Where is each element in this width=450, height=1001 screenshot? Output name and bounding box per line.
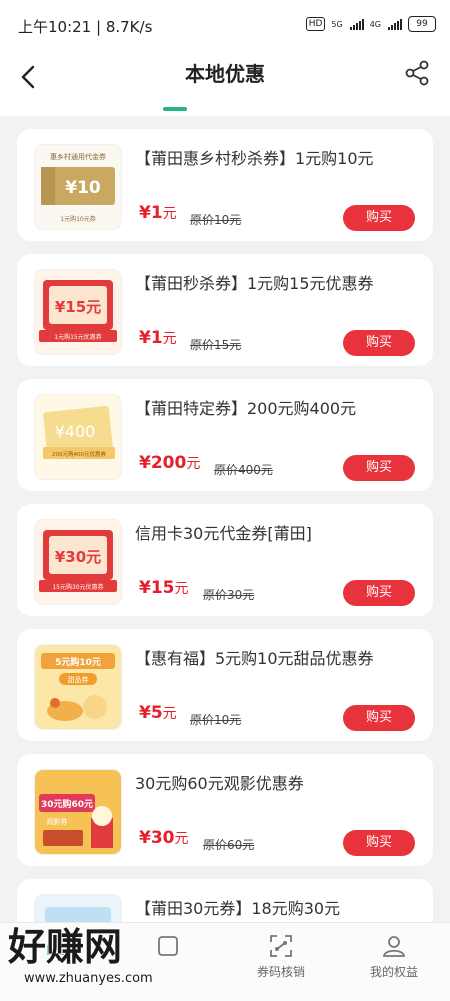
coupon-title: 【莆田30元券】18元购30元	[135, 899, 341, 918]
svg-text:5元购10元: 5元购10元	[55, 656, 101, 668]
svg-text:1元购15元优惠券: 1元购15元优惠券	[54, 333, 101, 341]
status-time: 上午10:21 | 8.7K/s	[18, 18, 153, 36]
coupon-card[interactable]: 5元购10元 甜品券 【惠有福】5元购10元甜品优惠券 ¥5元 原价10元 购买	[17, 629, 433, 741]
original-price: 原价30元	[203, 588, 255, 602]
buy-button[interactable]: 购买	[343, 205, 415, 231]
coupon-thumbnail: 惠乡村通用代金券 ¥10 1元购10元券	[35, 145, 121, 229]
nav-scan[interactable]: 券码核销	[225, 933, 337, 980]
svg-text:¥15元: ¥15元	[55, 298, 101, 316]
coupon-title: 【莆田惠乡村秒杀券】1元购10元	[135, 149, 374, 168]
svg-text:30元购60元: 30元购60元	[41, 798, 93, 810]
nav-label: 券码核销	[256, 965, 305, 979]
original-price: 原价10元	[190, 213, 242, 227]
coupon-price: ¥5元	[139, 703, 177, 723]
tab-indicator	[163, 107, 187, 111]
coupon-thumbnail: 30元购60元 观影券	[35, 770, 121, 854]
page-header: 本地优惠	[0, 52, 450, 116]
bottom-nav: 券码核销 我的权益	[0, 922, 450, 1001]
original-price: 原价400元	[214, 463, 273, 477]
scan-icon	[270, 935, 292, 957]
status-icons: HD 5G 4G 99	[305, 16, 436, 32]
nav-home[interactable]	[0, 933, 112, 963]
share-icon	[405, 60, 429, 86]
coupon-title: 【惠有福】5元购10元甜品优惠券	[135, 649, 374, 668]
coupon-thumbnail: 5元购10元 甜品券	[35, 645, 121, 729]
page-title: 本地优惠	[185, 62, 265, 86]
coupon-thumbnail: ¥400 200元购400元优惠券	[35, 395, 121, 479]
svg-text:15元购30元优惠券: 15元购30元优惠券	[52, 583, 103, 591]
user-icon	[382, 936, 406, 957]
coupon-title: 信用卡30元代金券[莆田]	[135, 524, 312, 543]
buy-button[interactable]: 购买	[343, 455, 415, 481]
coupon-price: ¥1元	[139, 328, 177, 348]
hd-badge: HD	[305, 17, 326, 31]
nav-label: 我的权益	[369, 965, 418, 979]
buy-button[interactable]: 购买	[343, 705, 415, 731]
activity-icon	[158, 936, 178, 956]
svg-text:¥30元: ¥30元	[55, 548, 101, 566]
svg-text:惠乡村通用代金券: 惠乡村通用代金券	[50, 152, 106, 161]
coupon-price: ¥200元	[139, 453, 201, 473]
svg-text:200元购400元优惠券: 200元购400元优惠券	[52, 450, 106, 458]
share-button[interactable]	[402, 58, 432, 88]
buy-button[interactable]: 购买	[343, 330, 415, 356]
nav-activity[interactable]	[112, 933, 224, 963]
coupon-card[interactable]: ¥400 200元购400元优惠券 【莆田特定券】200元购400元 ¥200元…	[17, 379, 433, 491]
buy-button[interactable]: 购买	[343, 580, 415, 606]
svg-text:¥400: ¥400	[55, 422, 96, 441]
coupon-thumbnail: ¥30元 15元购30元优惠券	[35, 520, 121, 604]
coupon-title: 【莆田特定券】200元购400元	[135, 399, 357, 418]
coupon-price: ¥1元	[139, 203, 177, 223]
nav-my-benefits[interactable]: 我的权益	[338, 933, 450, 980]
svg-text:¥10: ¥10	[65, 178, 101, 198]
svg-text:甜品券: 甜品券	[68, 675, 89, 684]
coupon-price: ¥30元	[139, 828, 189, 848]
signal-icon	[349, 18, 364, 30]
buy-button[interactable]: 购买	[343, 830, 415, 856]
original-price: 原价10元	[190, 713, 242, 727]
coupon-card[interactable]: 30元购60元 观影券 30元购60元观影优惠券 ¥30元 原价60元 购买	[17, 754, 433, 866]
coupon-card[interactable]: 惠乡村通用代金券 ¥10 1元购10元券 【莆田惠乡村秒杀券】1元购10元 ¥1…	[17, 129, 433, 241]
network-4g-label: 4G	[369, 19, 381, 29]
original-price: 原价60元	[203, 838, 255, 852]
coupon-title: 【莆田秒杀券】1元购15元优惠券	[135, 274, 374, 293]
svg-text:观影券: 观影券	[47, 817, 68, 826]
battery-icon: 99	[408, 16, 436, 32]
coupon-card[interactable]: ¥15元 1元购15元优惠券 【莆田秒杀券】1元购15元优惠券 ¥1元 原价15…	[17, 254, 433, 366]
home-icon	[47, 937, 65, 955]
original-price: 原价15元	[190, 338, 242, 352]
coupon-card[interactable]: ¥30元 15元购30元优惠券 信用卡30元代金券[莆田] ¥15元 原价30元…	[17, 504, 433, 616]
network-5g-label: 5G	[331, 19, 343, 29]
coupon-title: 30元购60元观影优惠券	[135, 774, 304, 793]
coupon-thumbnail: ¥15元 1元购15元优惠券	[35, 270, 121, 354]
svg-text:1元购10元券: 1元购10元券	[60, 215, 95, 223]
signal-icon	[388, 18, 402, 30]
coupon-price: ¥15元	[139, 578, 189, 598]
status-bar: 上午10:21 | 8.7K/s HD 5G 4G 99	[0, 0, 450, 52]
